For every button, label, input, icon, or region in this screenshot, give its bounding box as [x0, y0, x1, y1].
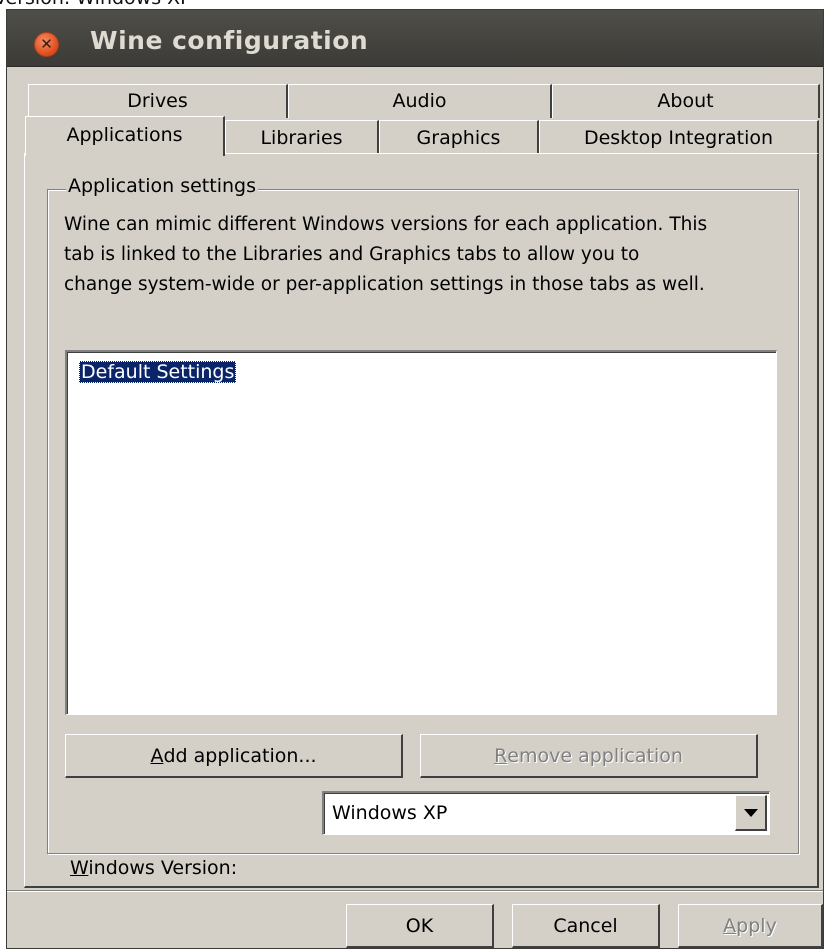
group-label: Application settings — [66, 175, 258, 197]
remove-application-button[interactable]: Remove application — [420, 734, 758, 778]
tab-drives[interactable]: Drives — [28, 84, 288, 118]
description-line: change system-wide or per-application se… — [64, 274, 705, 295]
close-icon: ✕ — [40, 35, 53, 53]
add-application-button[interactable]: Add application... — [65, 734, 403, 778]
tab-audio[interactable]: Audio — [288, 84, 552, 118]
dialog-client: Drives Audio About Applications Librarie… — [7, 67, 823, 948]
cancel-button[interactable]: Cancel — [512, 904, 660, 948]
windows-version-label: Windows Version: — [70, 857, 238, 879]
windows-version-select[interactable]: Windows XP — [322, 791, 770, 835]
tab-about[interactable]: About — [552, 84, 820, 118]
description-line: Wine can mimic different Windows version… — [64, 214, 708, 235]
list-item[interactable]: Default Settings — [79, 361, 237, 383]
tab-applications[interactable]: Applications — [25, 116, 225, 156]
footer-separator — [7, 890, 823, 892]
background-window-strip: Version: Windows XP — [0, 0, 824, 9]
apply-button[interactable]: Apply — [678, 904, 823, 948]
chevron-down-icon — [743, 808, 758, 817]
applications-list[interactable]: Default Settings — [65, 350, 777, 715]
tab-desktop-integration[interactable]: Desktop Integration — [539, 120, 819, 154]
tab-libraries[interactable]: Libraries — [225, 120, 379, 154]
tab-graphics[interactable]: Graphics — [379, 120, 539, 154]
description: Wine can mimic different Windows version… — [64, 210, 780, 300]
close-button[interactable]: ✕ — [34, 32, 59, 57]
wine-config-window: ✕ Wine configuration Drives Audio About … — [6, 9, 824, 949]
description-line: tab is linked to the Libraries and Graph… — [64, 244, 640, 265]
titlebar: ✕ Wine configuration — [7, 10, 823, 67]
background-text: Version: Windows XP — [0, 0, 192, 9]
selected-version: Windows XP — [332, 802, 448, 824]
dropdown-button[interactable] — [735, 795, 767, 831]
window-title: Wine configuration — [90, 26, 369, 55]
ok-button[interactable]: OK — [346, 904, 494, 948]
